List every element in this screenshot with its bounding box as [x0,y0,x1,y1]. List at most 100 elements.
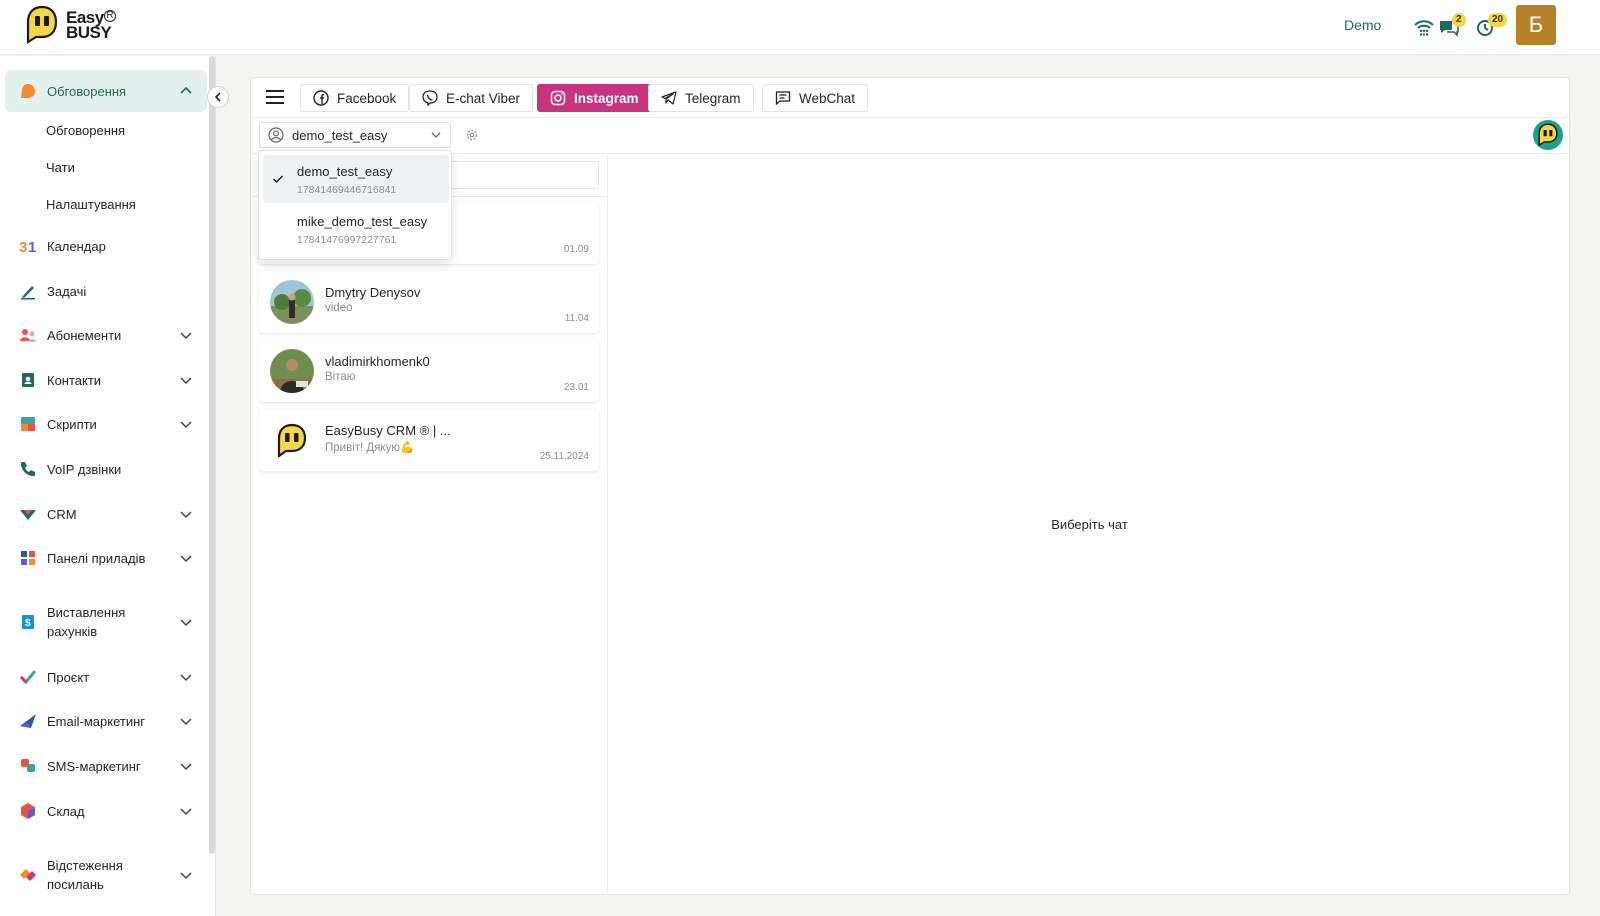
chat-last-message: Привіт! Дякую💪 [325,442,415,454]
sidebar-subitem-chats[interactable]: Чати [46,160,75,175]
sidebar-item-dashboards[interactable]: Панелі приладів [5,548,207,568]
sidebar-subitem-discussions[interactable]: Обговорення [46,123,125,138]
tab-telegram[interactable]: Telegram [648,84,754,112]
contact-photo [270,280,314,324]
calendar-icon: 31 [19,239,36,255]
invoice-icon: $ [22,615,34,629]
account-dropdown: demo_test_easy 17841469446716841 mike_de… [258,150,452,260]
chevron-down-icon[interactable] [179,373,193,387]
chat-list-item[interactable]: Dmytry Denysov video 11.04 [259,271,599,333]
sidebar-item-label: CRM [47,506,77,522]
chevron-down-icon[interactable] [179,714,193,728]
chevron-down-icon[interactable] [179,417,193,431]
svg-text:1: 1 [28,239,36,255]
sidebar-scrollbar[interactable] [209,56,215,854]
chevron-down-icon[interactable] [179,804,193,818]
sidebar-item-label: Задачі [47,283,87,299]
timer-count-badge: 20 [1488,13,1508,27]
account-option[interactable]: demo_test_easy 17841469446716841 [263,155,449,203]
chevron-down-icon[interactable] [179,328,193,342]
chevron-down-icon[interactable] [179,551,193,565]
sidebar-item-warehouse[interactable]: Склад [5,801,207,821]
tab-label: Facebook [337,90,397,106]
sidebar-item-crm[interactable]: CRM [5,504,207,524]
tab-instagram[interactable]: Instagram [537,84,652,112]
chat-list-item[interactable]: EasyBusy CRM ® | ... Привіт! Дякую💪 25.1… [259,409,599,471]
tab-viber[interactable]: E-chat Viber [409,84,534,112]
chat-contact-name: EasyBusy CRM ® | ... [325,423,451,438]
hamburger-menu-icon[interactable] [265,88,285,106]
gear-icon[interactable] [465,128,479,142]
account-select[interactable]: demo_test_easy [259,122,451,148]
svg-text:$: $ [25,618,31,629]
chat-list: 01.09 Dmytry Denysov video 11.04 vladimi… [251,154,608,895]
chat-list-item[interactable]: vladimirkhomenk0 Вітаю 23.01 [259,340,599,402]
demo-link[interactable]: Demo [1344,17,1381,33]
sidebar-item-invoicing[interactable]: $ Виставлення рахунків [5,602,207,642]
sidebar-item-label: Абонементи [47,327,122,343]
facebook-icon [313,90,329,106]
chevron-down-icon[interactable] [179,868,193,882]
sidebar-item-label: Скрипти [47,416,97,432]
tab-facebook[interactable]: Facebook [300,84,410,112]
user-avatar[interactable]: Б [1516,5,1556,45]
sidebar-item-email-marketing[interactable]: Email-маркетинг [5,711,207,731]
chat-timestamp: 01.09 [563,244,589,255]
chevron-down-icon[interactable] [179,507,193,521]
check-icon [19,670,37,685]
brand-logo[interactable]: Easy BUSY R [26,6,116,44]
sidebar-item-label: Email-маркетинг [47,713,146,729]
sidebar-item-label: Календар [47,238,106,254]
bot-avatar[interactable] [1533,120,1563,150]
account-option-id: 17841476997227761 [297,234,397,246]
tab-label: Telegram [685,90,741,106]
chevron-down-icon[interactable] [179,670,193,684]
crm-icon [20,510,36,520]
tab-label: WebChat [799,90,856,106]
paper-plane-icon [20,714,36,728]
telegram-icon [661,91,677,105]
sidebar-item-label: Обговорення [47,83,127,99]
easybusy-bot-icon [1538,123,1558,147]
sidebar-collapse-button[interactable] [207,86,229,108]
sidebar-item-sms-marketing[interactable]: SMS-маркетинг [5,756,207,776]
sidebar-item-subscriptions[interactable]: Абонементи [5,325,207,345]
script-icon [21,417,35,431]
account-option[interactable]: mike_demo_test_easy 17841476997227761 [263,205,449,253]
account-option-name: mike_demo_test_easy [297,214,428,229]
chevron-up-icon[interactable] [179,84,193,98]
sidebar-item-label: SMS-маркетинг [47,758,141,774]
sidebar-item-label: Контакти [47,372,102,388]
sidebar-item-project[interactable]: Проєкт [5,667,207,687]
contact-book-icon [22,373,34,387]
chevron-down-icon [431,132,441,138]
sidebar-item-discussions[interactable]: Обговорення [5,70,207,112]
sidebar-item-link-tracking[interactable]: Відстеження посилань [5,855,207,895]
sidebar-item-label: Проєкт [47,669,90,685]
chat-timestamp: 23.01 [563,382,589,393]
empty-state-text: Виберіть чат [1051,517,1128,532]
sms-icon [21,759,35,772]
account-option-id: 17841469446716841 [297,184,397,196]
chat-last-message: video [325,302,353,314]
sidebar-subitem-settings[interactable]: Налаштування [46,197,136,212]
viber-icon [422,90,438,106]
chat-empty-state: Виберіть чат [608,154,1571,895]
tab-webchat[interactable]: WebChat [762,84,869,112]
sidebar-item-calendar[interactable]: 31 Календар [5,236,207,256]
sidebar-item-scripts[interactable]: Скрипти [5,414,207,434]
account-option-name: demo_test_easy [297,164,393,179]
instagram-icon [550,90,566,106]
phone-wifi-icon[interactable] [1412,15,1436,39]
sidebar-item-voip[interactable]: VoIP дзвінки [5,459,207,479]
chevron-down-icon[interactable] [179,759,193,773]
chat-contact-name: vladimirkhomenk0 [325,354,430,369]
sidebar [0,56,216,916]
user-circle-icon [268,127,284,143]
sidebar-item-contacts[interactable]: Контакти [5,370,207,390]
chevron-down-icon[interactable] [179,615,193,629]
easybusy-logo-avatar [270,418,314,462]
sidebar-item-tasks[interactable]: Задачі [5,281,207,301]
sidebar-item-label: Панелі приладів [47,550,146,566]
users-icon [20,329,36,342]
